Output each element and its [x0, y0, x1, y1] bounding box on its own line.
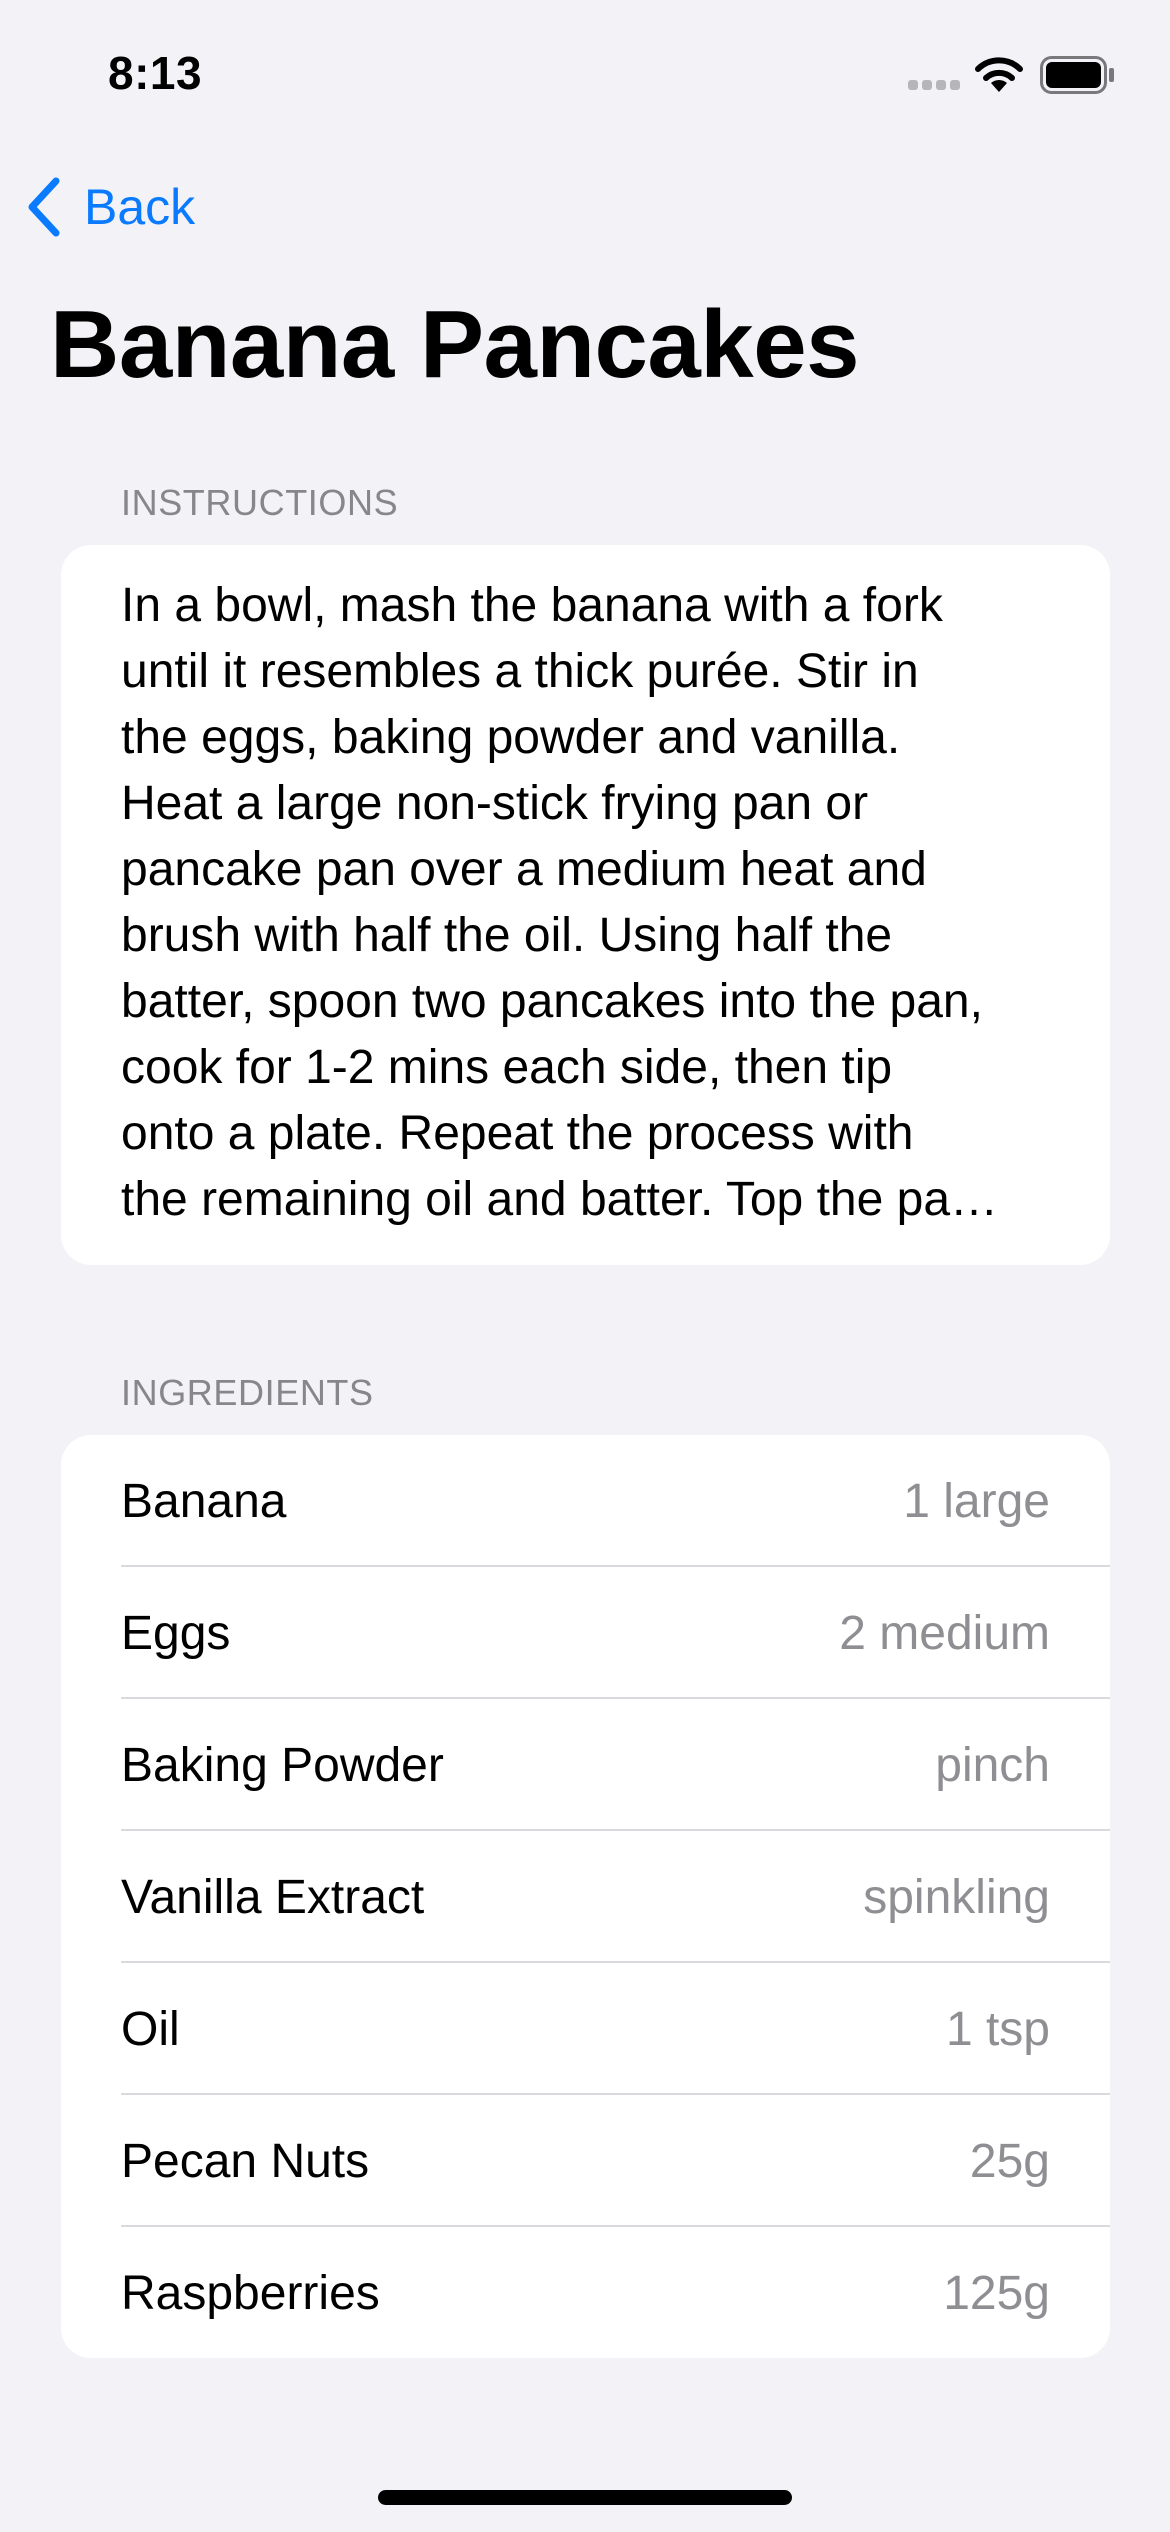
ingredient-quantity: spinkling [863, 1870, 1050, 1924]
ingredient-quantity: pinch [935, 1738, 1050, 1792]
ingredient-row[interactable]: Raspberries 125g [61, 2227, 1110, 2358]
ingredient-name: Raspberries [121, 2266, 380, 2320]
ingredient-quantity: 125g [943, 2266, 1050, 2320]
page-title: Banana Pancakes [50, 291, 859, 398]
recipe-detail-screen: 8:13 Back Banana Pancakes INSTRUCTIONS I… [0, 0, 1170, 2532]
ingredient-quantity: 25g [969, 2134, 1050, 2188]
ingredient-quantity: 1 large [903, 1474, 1050, 1528]
ingredient-row[interactable]: Eggs 2 medium [61, 1567, 1110, 1699]
back-button[interactable]: Back [24, 172, 195, 242]
chevron-left-icon [28, 177, 60, 237]
ingredient-row[interactable]: Vanilla Extract spinkling [61, 1831, 1110, 1963]
home-indicator[interactable] [378, 2490, 792, 2505]
battery-icon [1040, 56, 1114, 94]
status-time: 8:13 [108, 47, 203, 99]
ingredient-name: Oil [121, 2002, 180, 2056]
ingredient-row[interactable]: Baking Powder pinch [61, 1699, 1110, 1831]
cellular-signal-icon [908, 80, 960, 92]
ingredient-quantity: 2 medium [839, 1606, 1050, 1660]
ingredient-name: Baking Powder [121, 1738, 444, 1792]
wifi-icon [975, 57, 1023, 92]
ingredient-name: Vanilla Extract [121, 1870, 425, 1924]
ingredients-header: INGREDIENTS [121, 1372, 374, 1413]
ingredient-quantity: 1 tsp [945, 2002, 1050, 2056]
ingredient-row[interactable]: Oil 1 tsp [61, 1963, 1110, 2095]
instructions-text: In a bowl, mash the banana with a fork u… [121, 579, 999, 1226]
status-bar: 8:13 [0, 0, 1170, 150]
ingredients-list: Banana 1 large Eggs 2 medium Baking Powd… [61, 1435, 1110, 2358]
ingredient-name: Pecan Nuts [121, 2134, 370, 2188]
ingredient-row[interactable]: Banana 1 large [61, 1435, 1110, 1567]
instructions-card: In a bowl, mash the banana with a fork u… [61, 545, 1110, 1265]
instructions-header: INSTRUCTIONS [121, 482, 399, 523]
ingredient-name: Eggs [121, 1606, 231, 1660]
ingredient-row[interactable]: Pecan Nuts 25g [61, 2095, 1110, 2227]
back-label: Back [84, 179, 196, 235]
ingredient-name: Banana [121, 1474, 287, 1528]
